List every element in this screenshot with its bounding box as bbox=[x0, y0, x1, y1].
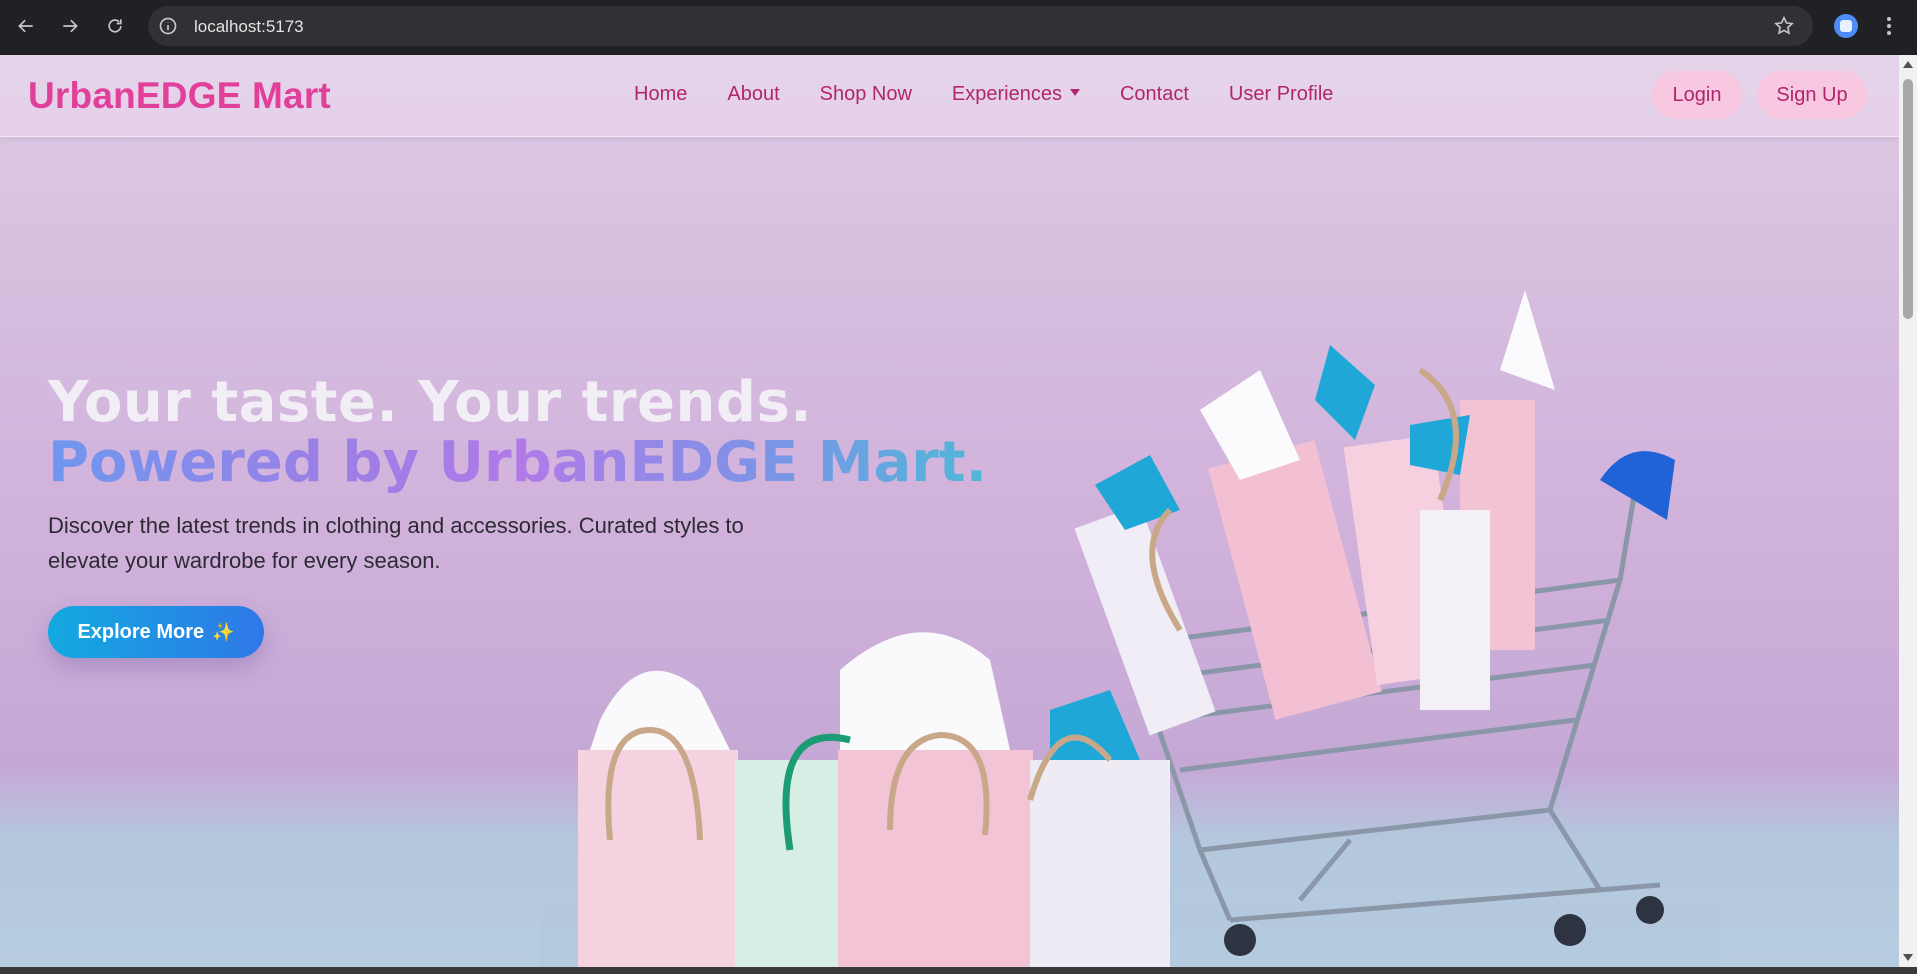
nav-links: Home About Shop Now Experiences Contact … bbox=[634, 83, 1333, 106]
reload-icon[interactable] bbox=[101, 12, 129, 40]
nav-shop-now[interactable]: Shop Now bbox=[820, 83, 912, 106]
hero-headline: Your taste. Your trends. bbox=[48, 370, 813, 435]
nav-contact[interactable]: Contact bbox=[1120, 83, 1189, 106]
hero-subheadline: Powered by UrbanEDGE Mart. bbox=[48, 430, 987, 495]
bookmark-star-icon[interactable] bbox=[1773, 15, 1795, 37]
shopping-bags-and-cart-illustration bbox=[540, 290, 1720, 967]
main-navbar: UrbanEDGE Mart Home About Shop Now Exper… bbox=[0, 55, 1899, 137]
nav-experiences-label: Experiences bbox=[951, 83, 1062, 105]
forward-arrow-icon[interactable] bbox=[56, 12, 84, 40]
page-scrollbar[interactable] bbox=[1899, 55, 1917, 967]
caret-down-icon bbox=[1069, 89, 1080, 97]
hero-description: Discover the latest trends in clothing a… bbox=[48, 513, 744, 573]
scroll-up-arrow-icon[interactable] bbox=[1903, 61, 1913, 68]
cart-wheel bbox=[1636, 896, 1664, 924]
url-text[interactable]: localhost:5173 bbox=[194, 17, 304, 37]
signup-button[interactable]: Sign Up bbox=[1757, 71, 1867, 119]
cart-handle bbox=[1600, 451, 1675, 520]
explore-more-label: Explore More bbox=[77, 620, 205, 643]
nav-experiences-dropdown[interactable]: Experiences bbox=[952, 83, 1080, 106]
cart-wheel bbox=[1554, 914, 1586, 946]
page-viewport: UrbanEDGE Mart Home About Shop Now Exper… bbox=[0, 55, 1899, 967]
brand-logo[interactable]: UrbanEDGE Mart bbox=[28, 75, 331, 117]
browser-toolbar: localhost:5173 bbox=[0, 0, 1917, 55]
login-button[interactable]: Login bbox=[1652, 71, 1742, 119]
window-bottom-edge bbox=[0, 967, 1917, 974]
sparkle-icon: ✨ bbox=[212, 621, 235, 642]
nav-user-profile[interactable]: User Profile bbox=[1229, 83, 1333, 106]
front-bags bbox=[578, 632, 1170, 967]
site-info-icon[interactable] bbox=[158, 16, 178, 36]
cart-wheel bbox=[1224, 924, 1256, 956]
nav-home[interactable]: Home bbox=[634, 83, 687, 106]
address-bar[interactable]: localhost:5173 bbox=[148, 6, 1813, 46]
nav-about[interactable]: About bbox=[727, 83, 779, 106]
extension-icon[interactable] bbox=[1834, 14, 1858, 38]
explore-more-button[interactable]: Explore More ✨ bbox=[48, 606, 264, 658]
cart-bags bbox=[1074, 290, 1555, 736]
scroll-down-arrow-icon[interactable] bbox=[1903, 954, 1913, 961]
scrollbar-thumb[interactable] bbox=[1903, 79, 1913, 319]
back-arrow-icon[interactable] bbox=[12, 12, 40, 40]
browser-menu-icon[interactable] bbox=[1884, 14, 1894, 38]
